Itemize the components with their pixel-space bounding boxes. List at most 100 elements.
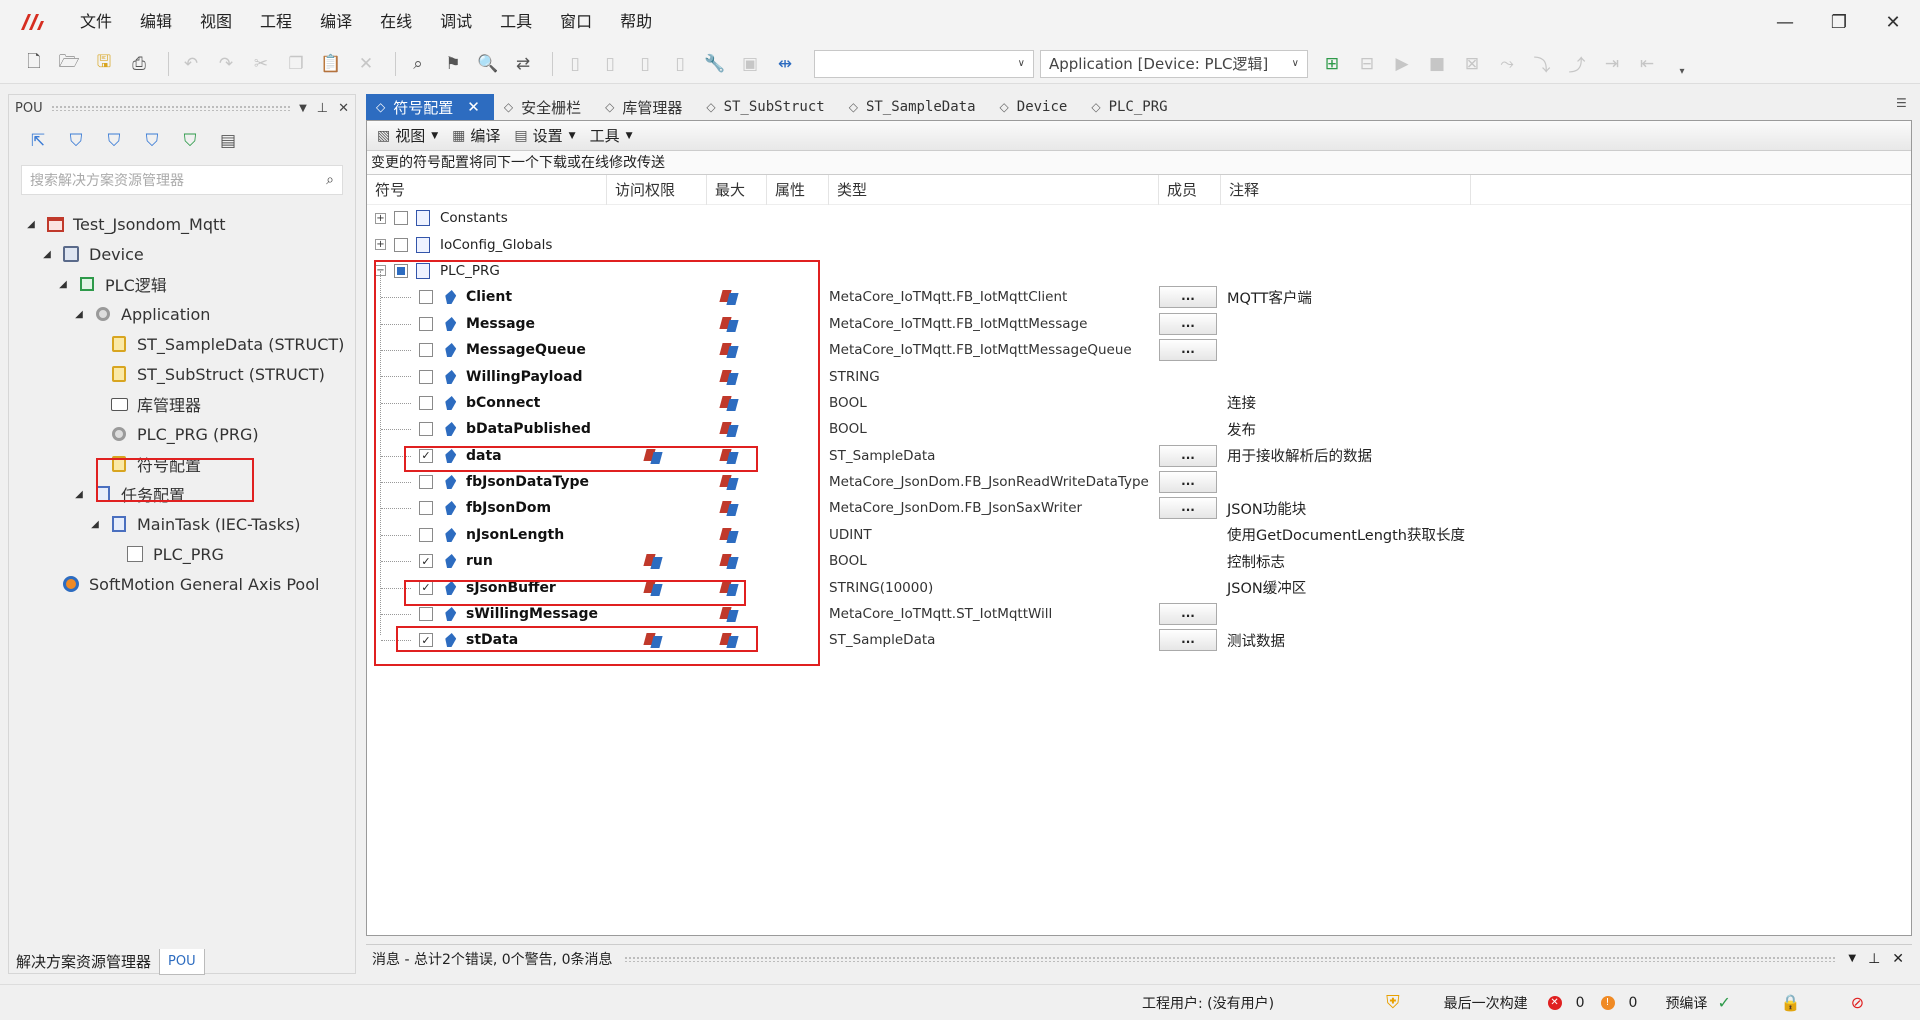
solution-search-input[interactable]: 搜索解决方案资源管理器 ⌕ bbox=[21, 165, 343, 195]
toolbar-overflow-icon[interactable]: ▾ bbox=[1668, 58, 1696, 86]
table-row[interactable]: bConnect BOOL 连接 bbox=[367, 390, 1911, 416]
tab-solution-explorer[interactable]: 解决方案资源管理器 bbox=[8, 949, 159, 975]
warning-icon[interactable]: ! bbox=[1600, 995, 1615, 1010]
column-attributes[interactable]: 属性 bbox=[767, 174, 829, 205]
checkbox[interactable] bbox=[394, 263, 408, 278]
device-combo[interactable]: ∨ bbox=[814, 49, 1034, 78]
access-rights-icon[interactable] bbox=[643, 580, 663, 596]
bookmark-next-icon[interactable]: ▯ bbox=[631, 50, 659, 78]
table-row[interactable]: MessageQueue MetaCore_IoTMqtt.FB_IotMqttM… bbox=[367, 337, 1911, 363]
application-combo[interactable]: Application [Device: PLC逻辑] ∨ bbox=[1040, 49, 1308, 78]
tools-menu[interactable]: 工具 ▼ bbox=[590, 125, 633, 146]
checkbox[interactable] bbox=[419, 316, 433, 331]
checkbox[interactable] bbox=[419, 475, 433, 490]
tab-pou[interactable]: POU bbox=[159, 949, 205, 975]
filter-clear-icon[interactable]: ⛉ bbox=[139, 128, 165, 154]
column-access[interactable]: 访问权限 bbox=[607, 174, 707, 205]
members-button[interactable]: ... bbox=[1159, 339, 1217, 362]
checkbox[interactable]: ✓ bbox=[419, 448, 433, 463]
members-button[interactable]: ... bbox=[1159, 312, 1217, 335]
view-menu[interactable]: ▧ 视图 ▼ bbox=[377, 125, 438, 146]
messages-close-icon[interactable]: ✕ bbox=[1892, 951, 1904, 967]
lock-icon[interactable]: 🔒 bbox=[1781, 993, 1801, 1012]
max-access-icon[interactable] bbox=[719, 421, 739, 437]
redo-icon[interactable]: ↷ bbox=[212, 50, 240, 78]
tree-node[interactable]: 符号配置 bbox=[9, 449, 355, 479]
replace-icon[interactable]: ⇄ bbox=[509, 50, 537, 78]
messages-pin-icon[interactable]: ⊥ bbox=[1868, 951, 1880, 967]
menu-item-3[interactable]: 工程 bbox=[246, 0, 306, 44]
max-access-icon[interactable] bbox=[719, 500, 739, 516]
build-button[interactable]: ▦ 编译 bbox=[452, 125, 500, 146]
filter-icon[interactable]: ⛉ bbox=[63, 128, 89, 154]
menu-item-9[interactable]: 帮助 bbox=[606, 0, 666, 44]
login-icon[interactable]: ⊞ bbox=[1318, 50, 1346, 78]
filter-green-icon[interactable]: ⛉ bbox=[177, 128, 203, 154]
step-out-icon[interactable]: ⤴ bbox=[1563, 50, 1591, 78]
table-row[interactable]: ✓ sJsonBuffer STRING(10000) JSON缓冲区 bbox=[367, 574, 1911, 600]
table-row[interactable]: Client MetaCore_IoTMqtt.FB_IotMqttClient.… bbox=[367, 284, 1911, 310]
close-panel-icon[interactable]: ✕ bbox=[338, 101, 349, 116]
cut-icon[interactable]: ✂ bbox=[247, 50, 275, 78]
table-row[interactable]: ✓ run BOOL 控制标志 bbox=[367, 548, 1911, 574]
expand-icon[interactable]: + bbox=[375, 239, 386, 251]
bookmark-toggle-icon[interactable]: ▯ bbox=[561, 50, 589, 78]
bookmark-icon[interactable]: ⚑ bbox=[439, 50, 467, 78]
checkbox[interactable] bbox=[394, 237, 408, 252]
tree-node[interactable]: ◢ Device bbox=[9, 239, 355, 269]
menu-item-8[interactable]: 窗口 bbox=[546, 0, 606, 44]
print-icon[interactable]: ⎙ bbox=[125, 50, 153, 78]
tree-node[interactable]: ◢ Application bbox=[9, 299, 355, 329]
expand-icon[interactable]: + bbox=[375, 212, 386, 224]
close-tab-icon[interactable]: ✕ bbox=[467, 98, 480, 116]
indent-icon[interactable]: ⇥ bbox=[1598, 50, 1626, 78]
step-into-icon[interactable]: ⤵ bbox=[1528, 50, 1556, 78]
tab-1[interactable]: ◇ 安全栅栏 bbox=[494, 94, 595, 120]
paste-icon[interactable]: 📋 bbox=[317, 50, 345, 78]
tree-node[interactable]: PLC_PRG (PRG) bbox=[9, 419, 355, 449]
messages-menu-icon[interactable]: ▼ bbox=[1848, 953, 1856, 964]
device-icon[interactable]: ▣ bbox=[736, 50, 764, 78]
error-icon[interactable]: ✕ bbox=[1547, 995, 1562, 1010]
group-row[interactable]: + IoConfig_Globals bbox=[367, 231, 1911, 257]
column-type[interactable]: 类型 bbox=[829, 174, 1159, 205]
members-button[interactable]: ... bbox=[1159, 497, 1217, 520]
column-max[interactable]: 最大 bbox=[707, 174, 767, 205]
step-over-icon[interactable]: ⤳ bbox=[1493, 50, 1521, 78]
collapse-triangle-icon[interactable]: ◢ bbox=[23, 219, 39, 230]
tab-0[interactable]: ◇ 符号配置 ✕ bbox=[366, 94, 494, 120]
max-access-icon[interactable] bbox=[719, 632, 739, 648]
max-access-icon[interactable] bbox=[719, 289, 739, 305]
close-window-button[interactable]: ✕ bbox=[1866, 0, 1920, 44]
minimize-button[interactable]: — bbox=[1758, 0, 1812, 44]
collapse-triangle-icon[interactable]: ◢ bbox=[71, 489, 87, 500]
logout-icon[interactable]: ⊟ bbox=[1353, 50, 1381, 78]
tree-node[interactable]: ◢ MainTask (IEC-Tasks) bbox=[9, 509, 355, 539]
collapse-triangle-icon[interactable]: ◢ bbox=[55, 279, 71, 290]
checkbox[interactable] bbox=[419, 343, 433, 358]
find-in-doc-icon[interactable]: 🔍 bbox=[474, 50, 502, 78]
table-row[interactable]: WillingPayload STRING bbox=[367, 363, 1911, 389]
access-rights-icon[interactable] bbox=[643, 632, 663, 648]
copy-icon[interactable]: ❐ bbox=[282, 50, 310, 78]
filter-down-icon[interactable]: ⛉ bbox=[101, 128, 127, 154]
delete-icon[interactable]: ✕ bbox=[352, 50, 380, 78]
members-button[interactable]: ... bbox=[1159, 603, 1217, 626]
table-row[interactable]: bDataPublished BOOL 发布 bbox=[367, 416, 1911, 442]
checkbox[interactable]: ✓ bbox=[419, 554, 433, 569]
panel-menu-icon[interactable]: ▼ bbox=[299, 103, 307, 114]
tree-node[interactable]: SoftMotion General Axis Pool bbox=[9, 569, 355, 599]
access-rights-icon[interactable] bbox=[643, 553, 663, 569]
open-folder-icon[interactable]: 🗁 bbox=[55, 50, 83, 78]
table-row[interactable]: nJsonLength UDINT 使用GetDocumentLength获取长度 bbox=[367, 522, 1911, 548]
find-icon[interactable]: ⌕ bbox=[404, 50, 432, 78]
collapse-triangle-icon[interactable]: ◢ bbox=[87, 519, 103, 530]
column-comment[interactable]: 注释 bbox=[1221, 174, 1471, 205]
search-icon[interactable]: ⌕ bbox=[326, 172, 334, 188]
shield-icon[interactable]: ⛨ bbox=[1386, 992, 1400, 1013]
checkbox[interactable]: ✓ bbox=[419, 633, 433, 648]
max-access-icon[interactable] bbox=[719, 580, 739, 596]
tree-node[interactable]: ◢ PLC逻辑 bbox=[9, 269, 355, 299]
tree-node[interactable]: ST_SubStruct (STRUCT) bbox=[9, 359, 355, 389]
checkbox[interactable] bbox=[419, 369, 433, 384]
